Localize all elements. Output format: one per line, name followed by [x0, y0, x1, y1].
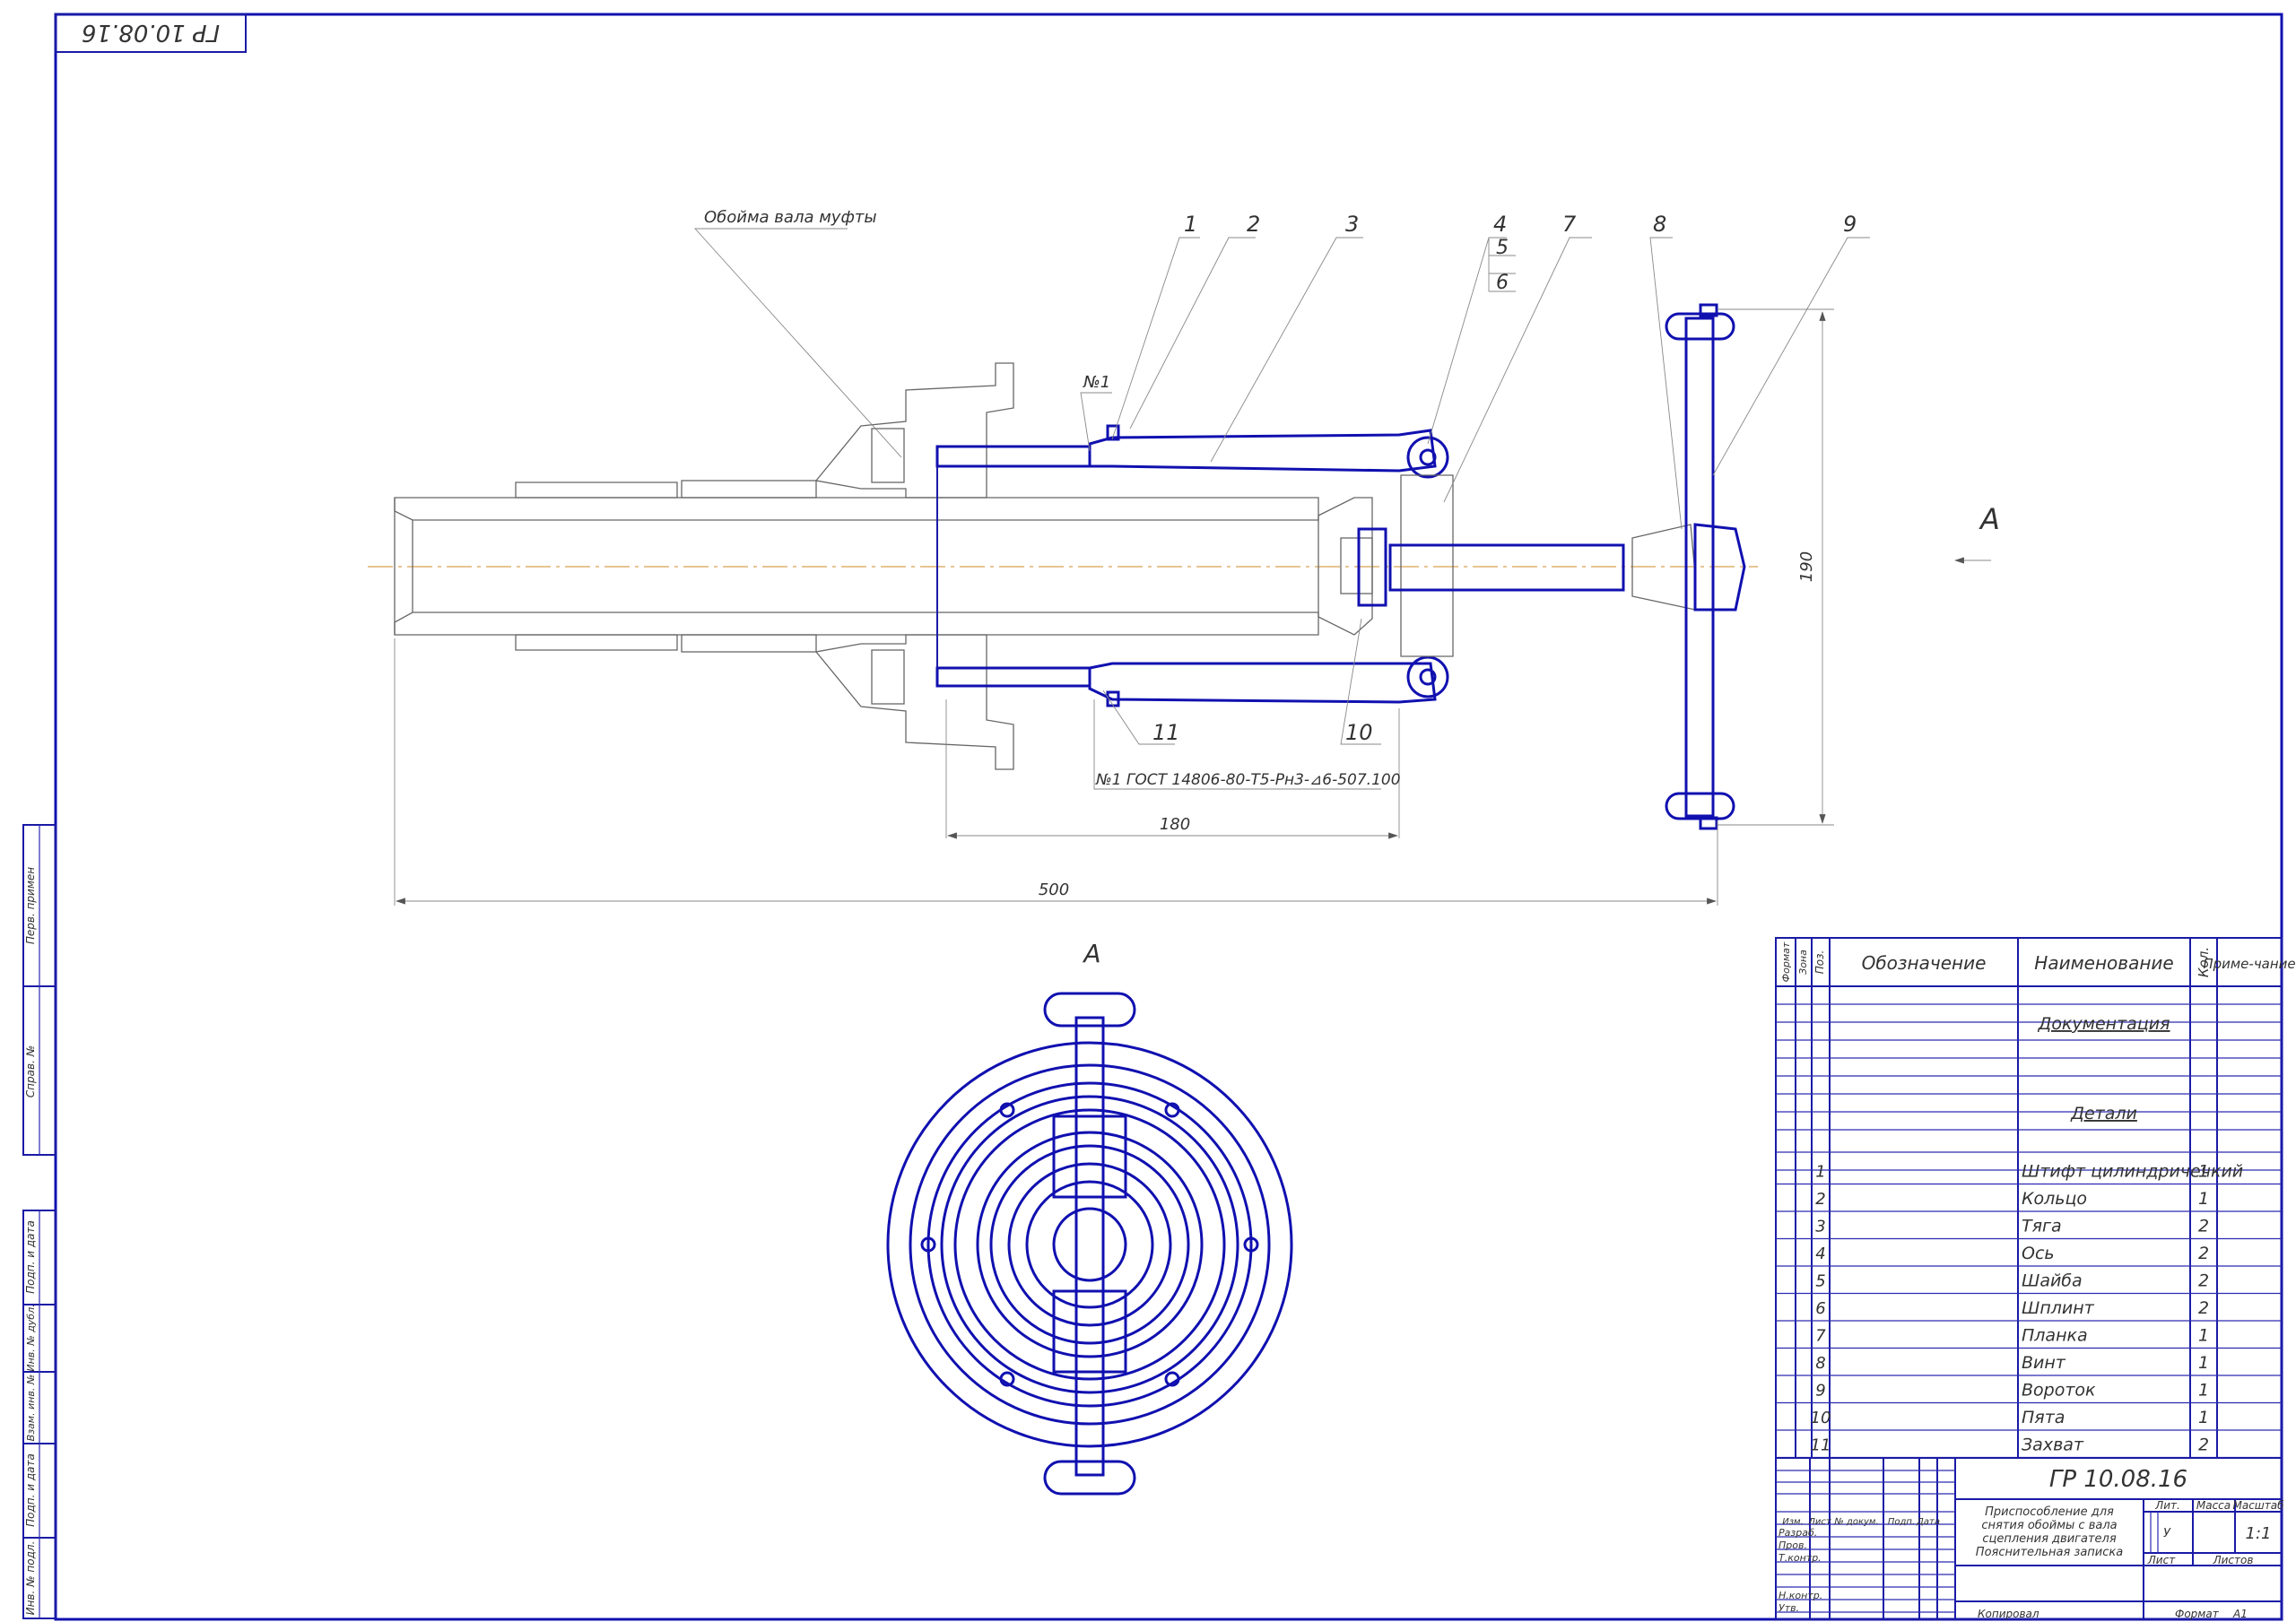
callout-10: 10: [1345, 720, 1373, 745]
section-parts: Детали: [2070, 1104, 2137, 1123]
spec-row-name: Кольцо: [2022, 1189, 2087, 1209]
tb-sheets: Листов: [2213, 1554, 2254, 1566]
callout-7: 7: [1562, 212, 1577, 237]
callout-4: 4: [1493, 212, 1507, 237]
view-a: [886, 992, 1293, 1496]
tb-sheet: Лист: [2147, 1554, 2176, 1566]
hdr-designation: Обозначение: [1862, 952, 1987, 974]
tb-title-3: сцепления двигателя: [1982, 1532, 2116, 1546]
spec-row-name: Планка: [2022, 1326, 2088, 1346]
side-box-1: Перв. примен: [24, 867, 37, 944]
side-box-7: Инв. № подл.: [24, 1541, 37, 1616]
spec-row-qty: 1: [2198, 1381, 2209, 1401]
tb-scale-value: 1:1: [2246, 1524, 2272, 1543]
spec-row-texts: 1 Штифт цилиндричечкий12 Кольцо 13 Тяга 24 Ось…: [1811, 1162, 2244, 1455]
corner-stamp: ГР 10.08.16: [82, 19, 220, 46]
tb-title-2: снятия обоймы с вала: [1981, 1519, 2117, 1532]
spec-row-qty: 1: [2198, 1326, 2209, 1346]
tb-format-label: Формат: [2175, 1608, 2220, 1620]
drawing-canvas: ГР 10.08.16 Обойма вала муфты 1 2 3 4 5 …: [22, 13, 2296, 1621]
spec-row-name: Пята: [2022, 1408, 2065, 1427]
spec-row-pos: 1: [1815, 1163, 1825, 1182]
callout-6: 6: [1496, 272, 1509, 294]
tb-title-4: Пояснительная записка: [1976, 1546, 2123, 1559]
spec-row-pos: 10: [1811, 1409, 1831, 1427]
spec-row-name: Захват: [2022, 1436, 2084, 1455]
side-box-3: Подп. и дата: [24, 1220, 37, 1294]
spec-row-name: Тяга: [2022, 1217, 2062, 1236]
callout-5: 5: [1496, 237, 1509, 259]
callout-1: 1: [1184, 212, 1197, 237]
spec-row-pos: 7: [1815, 1327, 1826, 1346]
spec-row-pos: 2: [1815, 1190, 1825, 1209]
spec-row-qty: 2: [2198, 1271, 2209, 1291]
tb-col-sign: Подп.: [1888, 1517, 1915, 1527]
spec-row-qty: 1: [2198, 1353, 2209, 1373]
tb-lit: Лит.: [2154, 1499, 2180, 1512]
spec-row-pos: 9: [1815, 1382, 1825, 1401]
tb-code: ГР 10.08.16: [2049, 1466, 2187, 1493]
spec-row-name: Винт: [2022, 1353, 2066, 1373]
tb-role-3: Т.контр.: [1779, 1552, 1822, 1564]
tb-col-doc: № докум.: [1833, 1517, 1878, 1527]
tb-role-6: Утв.: [1779, 1602, 1799, 1614]
dim-500: 500: [1039, 880, 1069, 899]
tb-title-1: Приспособление для: [1985, 1505, 2114, 1519]
tb-col-izm: Изм.: [1782, 1517, 1804, 1527]
spec-row-pos: 5: [1815, 1272, 1825, 1291]
gost-note: №1 ГОСТ 14806-80-Т5-Рн3-⊿6-50⁠7.100: [1095, 771, 1401, 789]
spec-row-qty: 2: [2198, 1244, 2209, 1263]
spec-row-name: Штифт цилиндричечкий: [2022, 1162, 2243, 1182]
spec-row-qty: 2: [2198, 1217, 2209, 1236]
tb-copied: Копировал: [1978, 1608, 2039, 1620]
hdr-format: Формат: [1780, 941, 1792, 982]
main-section-view: [368, 228, 1991, 906]
tb-format-value: А1: [2232, 1608, 2248, 1620]
callout-9: 9: [1843, 212, 1857, 237]
title-block-texts: ГР 10.08.16 Приспособление для снятия об…: [1779, 1466, 2284, 1620]
tb-role-1: Разраб.: [1779, 1527, 1817, 1539]
tb-scale: Масштаб: [2232, 1499, 2284, 1512]
spec-row-pos: 3: [1815, 1218, 1825, 1236]
side-box-6: Подп. и дата: [24, 1453, 37, 1527]
spec-row-name: Вороток: [2022, 1381, 2096, 1401]
tb-col-list: Лист: [1807, 1517, 1832, 1527]
callout-11: 11: [1152, 720, 1180, 745]
callout-8: 8: [1653, 212, 1666, 237]
spec-row-qty: 1: [2198, 1408, 2209, 1427]
spec-row-pos: 8: [1815, 1354, 1825, 1373]
hdr-name: Наименование: [2034, 952, 2173, 974]
hdr-note: Приме-чание: [2203, 956, 2295, 972]
spec-row-pos: 6: [1815, 1299, 1825, 1318]
tb-mass: Масса: [2196, 1499, 2231, 1512]
callout-2: 2: [1247, 212, 1260, 237]
tb-role-2: Пров.: [1779, 1540, 1807, 1551]
spec-row-qty: 2: [2198, 1298, 2209, 1318]
view-a-title: А: [1082, 939, 1100, 968]
hdr-zone: Зона: [1797, 950, 1809, 975]
dim-180: 180: [1160, 815, 1190, 834]
side-box-2: Справ. №: [24, 1045, 37, 1097]
spec-row-pos: 4: [1815, 1245, 1825, 1263]
side-box-4: Инв. № дубл.: [25, 1304, 37, 1371]
tb-lit-value: У: [2163, 1527, 2171, 1540]
spec-row-qty: 1: [2198, 1162, 2209, 1182]
side-box-5: Взам. инв. №: [25, 1375, 37, 1442]
hdr-pos: Поз.: [1813, 950, 1826, 975]
callout-3: 3: [1345, 212, 1359, 237]
spec-row-name: Шплинт: [2022, 1298, 2095, 1318]
spec-row-qty: 1: [2198, 1189, 2209, 1209]
view-arrow-label: А: [1979, 502, 2000, 536]
section-docs: Документация: [2037, 1014, 2170, 1034]
spec-row-pos: 11: [1811, 1436, 1831, 1455]
shaft-label: Обойма вала муфты: [704, 208, 877, 227]
dim-190: 190: [1797, 551, 1816, 582]
tb-col-date: Дата: [1916, 1517, 1940, 1527]
spec-row-name: Шайба: [2022, 1271, 2083, 1291]
pin-mark: №1: [1083, 373, 1110, 392]
spec-row-name: Ось: [2022, 1244, 2055, 1263]
tb-role-5: Н.контр.: [1779, 1590, 1822, 1601]
spec-row-qty: 2: [2198, 1436, 2209, 1455]
